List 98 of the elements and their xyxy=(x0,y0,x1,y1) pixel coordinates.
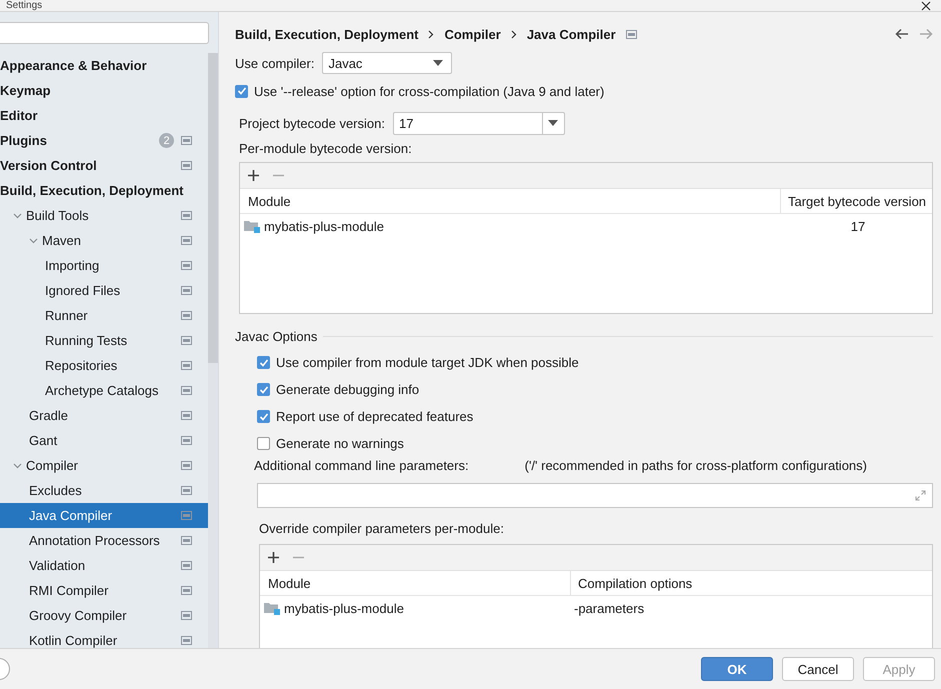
settings-page-icon xyxy=(181,311,192,320)
tree-item[interactable]: Maven xyxy=(0,228,208,253)
tree-item[interactable]: Appearance & Behavior xyxy=(0,53,208,78)
tree-item[interactable]: Compiler xyxy=(0,453,208,478)
search-field[interactable] xyxy=(0,22,209,44)
section-label: Override compiler parameters per-module: xyxy=(259,521,505,538)
checkbox-label: Generate debugging info xyxy=(276,382,420,397)
tree-item[interactable]: Validation xyxy=(0,553,208,578)
tree-item[interactable]: Excludes xyxy=(0,478,208,503)
column-header[interactable]: Compilation options xyxy=(570,571,932,596)
column-header[interactable]: Target bytecode version xyxy=(780,189,932,214)
add-icon[interactable] xyxy=(248,170,259,181)
tree-item[interactable]: Keymap xyxy=(0,78,208,103)
tree-item[interactable]: RMI Compiler xyxy=(0,578,208,603)
chevron-down-icon[interactable] xyxy=(13,461,22,470)
tree-item[interactable]: Build Tools xyxy=(0,203,208,228)
tree-item[interactable]: Java Compiler xyxy=(0,503,208,528)
checkbox-label: Use compiler from module target JDK when possible xyxy=(276,355,579,370)
field-label: Project bytecode version: xyxy=(239,116,385,130)
tree-item[interactable]: Kotlin Compiler xyxy=(0,628,208,653)
scrollbar-thumb[interactable] xyxy=(208,53,218,363)
settings-page-icon xyxy=(181,411,192,420)
dropdown-arrow-icon xyxy=(433,60,444,66)
settings-page-icon xyxy=(181,236,192,245)
tree-item[interactable]: Groovy Compiler xyxy=(0,603,208,628)
tree-item[interactable]: Archetype Catalogs xyxy=(0,378,208,403)
checkbox-label: Report use of deprecated features xyxy=(276,409,474,424)
checkbox[interactable] xyxy=(257,437,270,450)
hint-text: ('/' recommended in paths for cross-platform configurations) xyxy=(524,458,867,472)
checkbox[interactable] xyxy=(257,383,270,396)
compiler-dropdown[interactable]: Javac xyxy=(322,52,452,74)
window-title: Settings xyxy=(6,0,42,11)
tree-item[interactable]: Ignored Files xyxy=(0,278,208,303)
field-label: Additional command line parameters: xyxy=(254,458,469,472)
tree-item[interactable]: Version Control xyxy=(0,153,208,178)
close-icon[interactable] xyxy=(921,0,931,10)
chevron-down-icon[interactable] xyxy=(13,211,22,220)
bytecode-version-combo[interactable]: 17 xyxy=(392,112,565,134)
chevron-right-icon xyxy=(510,30,517,38)
column-header[interactable]: Module xyxy=(240,189,780,214)
checkbox[interactable] xyxy=(235,84,248,98)
settings-page-icon xyxy=(181,336,192,345)
settings-page-icon xyxy=(181,386,192,395)
tree-item[interactable]: Runner xyxy=(0,303,208,328)
settings-page-icon xyxy=(181,261,192,270)
tree-item[interactable]: Build, Execution, Deployment xyxy=(0,178,208,203)
settings-page-icon xyxy=(181,286,192,295)
dialog-button[interactable]: OK xyxy=(701,657,773,681)
tree-item[interactable]: Repositories xyxy=(0,353,208,378)
section-title: Javac Options xyxy=(235,328,318,344)
settings-page-icon xyxy=(181,636,192,645)
column-header[interactable]: Module xyxy=(260,571,570,596)
settings-page-icon xyxy=(181,611,192,620)
field-label: Use compiler: xyxy=(235,56,314,70)
settings-page-icon xyxy=(181,136,192,145)
settings-page-icon xyxy=(181,586,192,595)
add-icon[interactable] xyxy=(268,552,279,563)
module-folder-icon xyxy=(264,601,280,615)
breadcrumb-item: Java Compiler xyxy=(526,26,616,42)
parameters-field[interactable] xyxy=(257,483,933,508)
settings-page-icon xyxy=(626,30,637,38)
settings-page-icon xyxy=(181,436,192,445)
settings-page-icon xyxy=(181,561,192,570)
module-folder-icon xyxy=(244,219,260,233)
dialog-button[interactable]: Cancel xyxy=(782,657,854,681)
checkbox[interactable] xyxy=(257,410,270,423)
checkbox[interactable] xyxy=(257,356,270,369)
table-cell: -parameters xyxy=(574,600,644,616)
count-badge: 2 xyxy=(159,133,174,148)
table-cell: mybatis-plus-module xyxy=(284,600,404,616)
chevron-right-icon xyxy=(428,30,434,38)
settings-page-icon xyxy=(181,511,192,520)
chevron-down-icon[interactable] xyxy=(29,236,38,245)
settings-page-icon xyxy=(181,486,192,495)
breadcrumb-item: Compiler xyxy=(444,26,501,42)
breadcrumb-item: Build, Execution, Deployment xyxy=(235,26,418,42)
settings-page-icon xyxy=(181,361,192,370)
settings-page-icon xyxy=(181,536,192,545)
tree-item[interactable]: Importing xyxy=(0,253,208,278)
dropdown-arrow-icon xyxy=(548,120,558,126)
scrollbar[interactable] xyxy=(208,53,218,648)
tree-item[interactable]: Gradle xyxy=(0,403,208,428)
table-cell: mybatis-plus-module xyxy=(264,218,384,234)
tree-item[interactable]: Gant xyxy=(0,428,208,453)
tree-item[interactable]: Editor xyxy=(0,103,208,128)
back-arrow-icon[interactable] xyxy=(895,28,909,40)
settings-page-icon xyxy=(181,461,192,470)
checkbox-label: Generate no warnings xyxy=(276,436,404,451)
tree-item[interactable]: Annotation Processors xyxy=(0,528,208,553)
settings-page-icon xyxy=(181,161,192,170)
section-label: Per-module bytecode version: xyxy=(239,141,413,158)
checkbox-label: Use '--release' option for cross-compilation (Java 9 and later) xyxy=(254,84,604,98)
tree-item[interactable]: Running Tests xyxy=(0,328,208,353)
settings-page-icon xyxy=(181,211,192,220)
table-cell: 17 xyxy=(850,218,866,234)
forward-arrow-icon[interactable] xyxy=(919,28,933,40)
expand-icon[interactable] xyxy=(915,490,926,501)
tree-item[interactable]: Plugins 2 xyxy=(0,128,208,153)
